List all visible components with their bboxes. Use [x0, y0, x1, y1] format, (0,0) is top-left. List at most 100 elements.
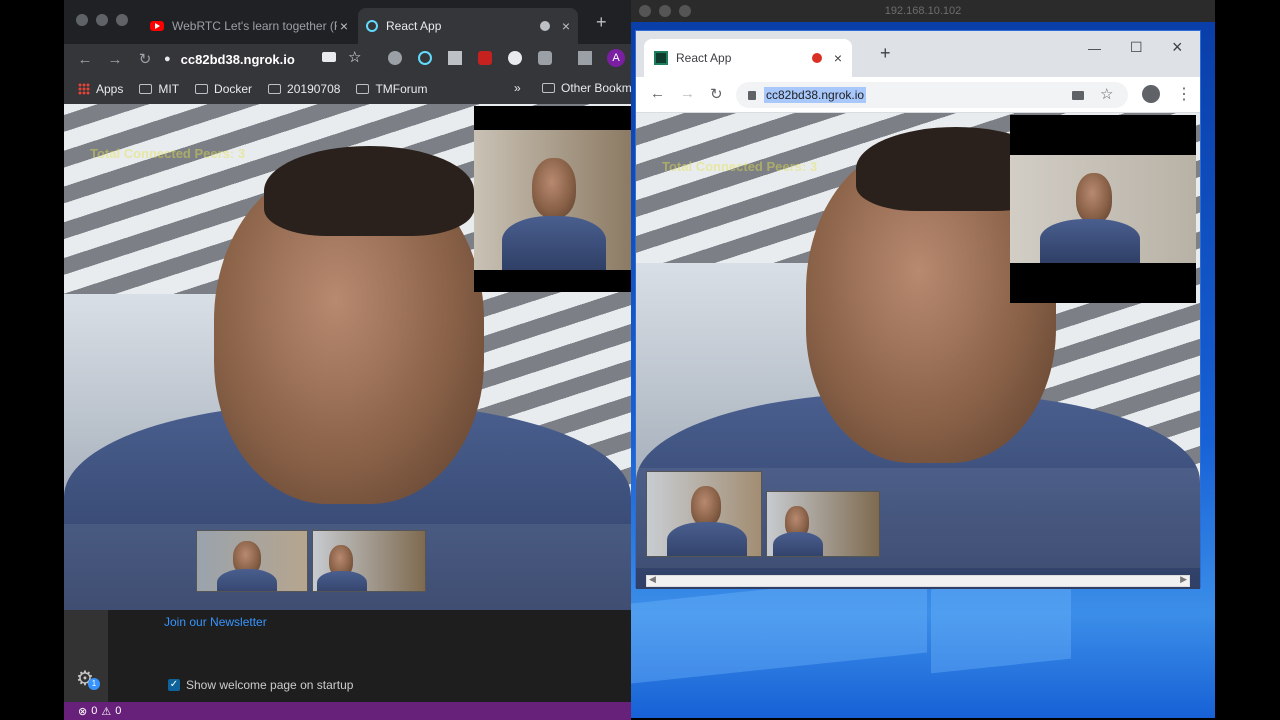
peer-thumbnail[interactable]	[312, 530, 426, 592]
scroll-right-icon[interactable]: ▶	[1180, 574, 1187, 585]
connected-peers-label: Total Connected Peers: 3	[90, 146, 246, 161]
camera-icon[interactable]	[1072, 91, 1084, 100]
windows-desktop: React App × + — ☐ × ← → ↻ cc82bd38.ngrok…	[631, 22, 1215, 718]
vm-minimize-light[interactable]	[659, 5, 671, 17]
bookmarks-overflow-button[interactable]: »	[514, 81, 521, 95]
peer-shirt	[502, 216, 606, 270]
vm-title: 192.168.10.102	[884, 5, 962, 17]
close-window-icon[interactable]: ×	[1172, 37, 1183, 58]
recording-icon	[539, 21, 550, 31]
recording-icon	[811, 53, 822, 63]
peer-thumbnail[interactable]	[766, 491, 880, 557]
bookmarks-bar: Apps MIT Docker 20190708 TMForum » Other…	[64, 74, 631, 104]
profile-icon[interactable]	[1142, 85, 1160, 103]
left-tab-bar: WebRTC Let's learn together (R × React A…	[64, 0, 631, 44]
media-icon[interactable]	[578, 51, 592, 65]
address-url: cc82bd38.ngrok.io	[764, 87, 867, 103]
welcome-checkbox-row[interactable]: ✓ Show welcome page on startup	[168, 678, 353, 692]
close-icon[interactable]: ×	[562, 18, 570, 34]
react-icon	[366, 20, 378, 32]
minimize-icon[interactable]: —	[1088, 41, 1101, 56]
reload-icon[interactable]: ↻	[710, 85, 723, 103]
tab-webrtc[interactable]: WebRTC Let's learn together (R ×	[142, 8, 356, 44]
window-close-light[interactable]	[76, 14, 88, 26]
tab-react-app[interactable]: React App ×	[358, 8, 578, 44]
camera-icon[interactable]	[322, 52, 336, 62]
peer-face	[691, 486, 721, 526]
horizontal-scrollbar[interactable]: ◀ ▶	[646, 574, 1190, 587]
peer-video[interactable]	[1010, 115, 1196, 303]
extension-icon[interactable]	[508, 51, 522, 65]
vm-zoom-light[interactable]	[679, 5, 691, 17]
folder-icon	[268, 84, 282, 94]
close-icon[interactable]: ×	[340, 18, 348, 34]
scroll-left-icon[interactable]: ◀	[649, 574, 656, 585]
windows-chrome-window: React App × + — ☐ × ← → ↻ cc82bd38.ngrok…	[635, 30, 1201, 589]
tab-react-app[interactable]: React App ×	[644, 39, 852, 77]
vm-close-light[interactable]	[639, 5, 651, 17]
left-toolbar: ← → ↻ ● cc82bd38.ngrok.io ☆ A	[64, 44, 631, 74]
chrome-toolbar: ← → ↻ cc82bd38.ngrok.io ☆ ⋮	[636, 77, 1200, 113]
peer-video[interactable]	[474, 106, 631, 292]
bookmark-tmforum[interactable]: TMForum	[356, 82, 427, 96]
new-tab-button[interactable]: +	[880, 43, 891, 64]
profile-avatar[interactable]: A	[607, 49, 625, 67]
main-video: Total Connected Peers: 3 ◀ ▶	[636, 113, 1200, 589]
peer-shirt	[667, 522, 747, 556]
bookmark-apps[interactable]: Apps	[78, 82, 123, 96]
left-browser-window: WebRTC Let's learn together (R × React A…	[64, 0, 631, 720]
maximize-icon[interactable]: ☐	[1130, 39, 1143, 56]
close-icon[interactable]: ×	[834, 50, 842, 66]
extension-icon[interactable]	[538, 51, 552, 65]
folder-icon	[356, 84, 370, 94]
bookmark-label: Apps	[96, 82, 124, 96]
star-icon[interactable]: ☆	[1100, 85, 1113, 103]
forward-icon[interactable]: →	[680, 85, 695, 102]
menu-icon[interactable]: ⋮	[1176, 84, 1192, 104]
address-bar[interactable]: ● cc82bd38.ngrok.io	[164, 45, 295, 73]
bookmark-label: Other Bookm	[561, 81, 631, 95]
checkbox-checked-icon[interactable]: ✓	[168, 679, 180, 691]
tab-react-app-label: React App	[386, 19, 442, 33]
windows-logo-pane	[931, 574, 1071, 674]
welcome-checkbox-label: Show welcome page on startup	[186, 678, 354, 692]
react-app-icon	[654, 51, 668, 65]
vm-window: 192.168.10.102 React App × + — ☐ × ← → ↻	[631, 0, 1215, 718]
bookmark-mit[interactable]: MIT	[139, 82, 179, 96]
lock-icon: ●	[164, 53, 171, 65]
youtube-icon	[150, 21, 164, 31]
lock-icon	[748, 90, 756, 100]
address-url: cc82bd38.ngrok.io	[180, 51, 295, 67]
address-bar[interactable]: cc82bd38.ngrok.io ☆	[736, 82, 1128, 108]
forward-icon[interactable]: →	[100, 51, 130, 68]
newsletter-link[interactable]: Join our Newsletter	[164, 615, 267, 629]
star-icon[interactable]: ☆	[348, 48, 361, 66]
peer-shirt	[317, 571, 367, 591]
warning-icon[interactable]: ⚠	[101, 705, 111, 718]
back-icon[interactable]: ←	[70, 51, 100, 68]
peer-shirt	[1040, 219, 1140, 263]
bookmark-20190708[interactable]: 20190708	[268, 82, 340, 96]
react-devtools-icon[interactable]	[418, 51, 432, 65]
bookmark-label: Docker	[214, 82, 253, 96]
error-icon[interactable]: ⊗	[78, 705, 87, 718]
extension-icon[interactable]	[388, 51, 402, 65]
peer-thumbnail[interactable]	[196, 530, 308, 592]
extension-icon[interactable]	[478, 51, 492, 65]
windows-logo-pane	[631, 572, 927, 684]
peer-thumbnail[interactable]	[646, 471, 762, 557]
window-minimize-light[interactable]	[96, 14, 108, 26]
reload-icon[interactable]: ↻	[130, 50, 160, 68]
error-count: 0	[91, 705, 98, 717]
connected-peers-label: Total Connected Peers: 3	[662, 159, 818, 174]
chrome-tab-bar: React App × + — ☐ ×	[636, 31, 1200, 77]
back-icon[interactable]: ←	[650, 85, 665, 102]
other-bookmarks[interactable]: Other Bookm	[542, 81, 631, 95]
warning-count: 0	[115, 705, 122, 717]
new-tab-button[interactable]: +	[596, 12, 607, 33]
bookmark-docker[interactable]: Docker	[195, 82, 252, 96]
window-zoom-light[interactable]	[116, 14, 128, 26]
extension-icon[interactable]	[448, 51, 462, 65]
activity-bar: ⚙ 1	[64, 610, 108, 702]
peer-shirt	[217, 569, 277, 591]
